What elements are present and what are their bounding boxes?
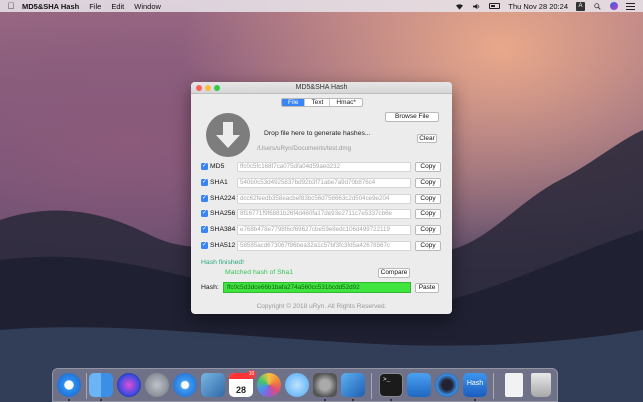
drop-prompt: Drop file here to generate hashes... xyxy=(264,130,371,137)
menu-window[interactable]: Window xyxy=(134,2,161,11)
quicktime-app-icon[interactable] xyxy=(435,373,459,397)
hash-row-sha512: ✓ SHA512 58585acd673067f96bea32a1c57bf3f… xyxy=(201,241,445,252)
siri-icon[interactable] xyxy=(610,2,618,10)
battery-icon[interactable] xyxy=(489,3,501,9)
document-icon[interactable] xyxy=(505,373,523,397)
hash-app-label: Hash xyxy=(466,380,484,387)
status-text: Hash finished! xyxy=(201,259,245,266)
running-indicator xyxy=(100,399,102,401)
running-indicator xyxy=(352,399,354,401)
hash-row-sha224: ✓ SHA224 dcc62feedb358eacbef83bc56d75666… xyxy=(201,194,445,205)
running-indicator xyxy=(68,399,70,401)
calendar-badge: 10 xyxy=(247,370,256,379)
tab-file[interactable]: File xyxy=(282,99,306,106)
tab-text[interactable]: Text xyxy=(305,99,331,106)
copy-sha224-button[interactable]: Copy xyxy=(415,194,441,204)
calendar-day: 28 xyxy=(235,385,246,395)
terminal-app-icon[interactable]: >_ xyxy=(379,373,403,397)
algo-label: SHA256 xyxy=(210,210,236,217)
input-source-icon[interactable]: A xyxy=(576,1,585,11)
copy-sha512-button[interactable]: Copy xyxy=(415,241,441,251)
menu-edit[interactable]: Edit xyxy=(111,2,124,11)
dock-separator xyxy=(493,373,494,399)
copy-sha384-button[interactable]: Copy xyxy=(415,225,441,235)
trash-icon[interactable] xyxy=(531,373,551,397)
calendar-app-icon[interactable]: 28 10 xyxy=(229,370,256,397)
menu-app-name[interactable]: MD5&SHA Hash xyxy=(22,2,79,11)
clear-button[interactable]: Clear xyxy=(417,134,437,143)
compare-button[interactable]: Compare xyxy=(378,268,410,278)
md5-hash-field[interactable]: ffc0c5fc168f7ca075dfa04d59aed232 xyxy=(237,162,411,172)
sha384-checkbox[interactable]: ✓ xyxy=(201,226,208,233)
siri-app-icon[interactable] xyxy=(117,373,141,397)
close-button[interactable] xyxy=(196,85,202,91)
hash-row-sha384: ✓ SHA384 e768b478e7798f6cf69627cbe59e8ed… xyxy=(201,225,445,236)
notification-center-icon[interactable] xyxy=(626,2,635,10)
spotlight-icon[interactable] xyxy=(593,2,602,10)
sha224-hash-field[interactable]: dcc62feedb358eacbef83bc56d756663c2d504ce… xyxy=(237,194,411,204)
algo-label: SHA384 xyxy=(210,226,236,233)
file-path: /Users/uRyn/Documents/test.dmg xyxy=(257,145,352,152)
algo-label: MD5 xyxy=(210,163,225,170)
sha1-checkbox[interactable]: ✓ xyxy=(201,179,208,186)
algo-label: SHA512 xyxy=(210,242,236,249)
paste-button[interactable]: Paste xyxy=(415,283,439,293)
zoom-button[interactable] xyxy=(214,85,220,91)
system-preferences-icon[interactable] xyxy=(313,373,337,397)
photos-app-icon[interactable] xyxy=(257,373,281,397)
match-result-text: Matched hash of Sha1 xyxy=(225,269,294,276)
algo-label: SHA1 xyxy=(210,179,228,186)
sha512-checkbox[interactable]: ✓ xyxy=(201,242,208,249)
copy-md5-button[interactable]: Copy xyxy=(415,162,441,172)
messages-app-icon[interactable] xyxy=(285,373,309,397)
clock[interactable]: Thu Nov 28 20:24 xyxy=(508,2,568,11)
running-indicator xyxy=(390,399,392,401)
menu-file[interactable]: File xyxy=(89,2,101,11)
wifi-icon[interactable] xyxy=(455,3,464,10)
download-arrow-icon xyxy=(206,113,250,157)
copyright-text: Copyright © 2018 uRyn. All Rights Reserv… xyxy=(256,303,387,310)
browse-file-button[interactable]: Browse File xyxy=(385,112,439,122)
running-indicator xyxy=(324,399,326,401)
hash-app-icon[interactable]: Hash xyxy=(463,373,487,397)
sha1-hash-field[interactable]: 540b0c53d4925837bd92b3f71abe7a9d70b876c4 xyxy=(237,178,411,188)
dock-separator xyxy=(86,373,87,399)
title-bar[interactable]: MD5&SHA Hash xyxy=(191,82,452,94)
mode-tabs: File Text Hmac* xyxy=(281,98,363,107)
hash-input-label: Hash: xyxy=(201,284,219,291)
dock-separator xyxy=(371,373,372,399)
sha224-checkbox[interactable]: ✓ xyxy=(201,195,208,202)
volume-icon[interactable] xyxy=(472,3,481,10)
hash-window: MD5&SHA Hash File Text Hmac* Drop file h… xyxy=(191,82,452,314)
dock: 28 10 >_ Hash xyxy=(52,368,558,402)
menu-bar:  MD5&SHA Hash File Edit Window Thu Nov … xyxy=(0,0,643,12)
xcode-app-icon[interactable] xyxy=(341,373,365,397)
window-title: MD5&SHA Hash xyxy=(295,84,348,91)
finder-app-icon[interactable] xyxy=(89,373,113,397)
sha512-hash-field[interactable]: 58585acd673067f96bea32a1c57bf3fc3fd5a426… xyxy=(237,241,411,251)
algo-label: SHA224 xyxy=(210,195,236,202)
hash-row-sha256: ✓ SHA256 8f16771f9f6881b26f4d460fa17de93… xyxy=(201,209,445,220)
launchpad-app-icon[interactable] xyxy=(145,373,169,397)
tab-hmac[interactable]: Hmac* xyxy=(330,99,362,106)
sha384-hash-field[interactable]: e768b478e7798f6cf69627cbe59e8edc106d4997… xyxy=(237,225,411,235)
sha256-checkbox[interactable]: ✓ xyxy=(201,210,208,217)
md5-checkbox[interactable]: ✓ xyxy=(201,163,208,170)
safari-compass-icon[interactable] xyxy=(173,373,197,397)
sha256-hash-field[interactable]: 8f16771f9f6881b26f4d460fa17de93e2711c7e5… xyxy=(237,209,411,219)
preview-app-icon[interactable] xyxy=(201,373,225,397)
keynote-app-icon[interactable] xyxy=(407,373,431,397)
hash-row-sha1: ✓ SHA1 540b0c53d4925837bd92b3f71abe7a9d7… xyxy=(201,178,445,189)
copy-sha256-button[interactable]: Copy xyxy=(415,209,441,219)
safari-app-icon[interactable] xyxy=(57,373,81,397)
copy-sha1-button[interactable]: Copy xyxy=(415,178,441,188)
hash-row-md5: ✓ MD5 ffc0c5fc168f7ca075dfa04d59aed232 C… xyxy=(201,162,445,173)
apple-menu-icon[interactable]:  xyxy=(0,1,22,11)
running-indicator xyxy=(474,399,476,401)
minimize-button[interactable] xyxy=(205,85,211,91)
compare-hash-input[interactable]: ffc0c5d3dce66b1bafa274a560cc531bcdd52d92 xyxy=(223,282,411,293)
